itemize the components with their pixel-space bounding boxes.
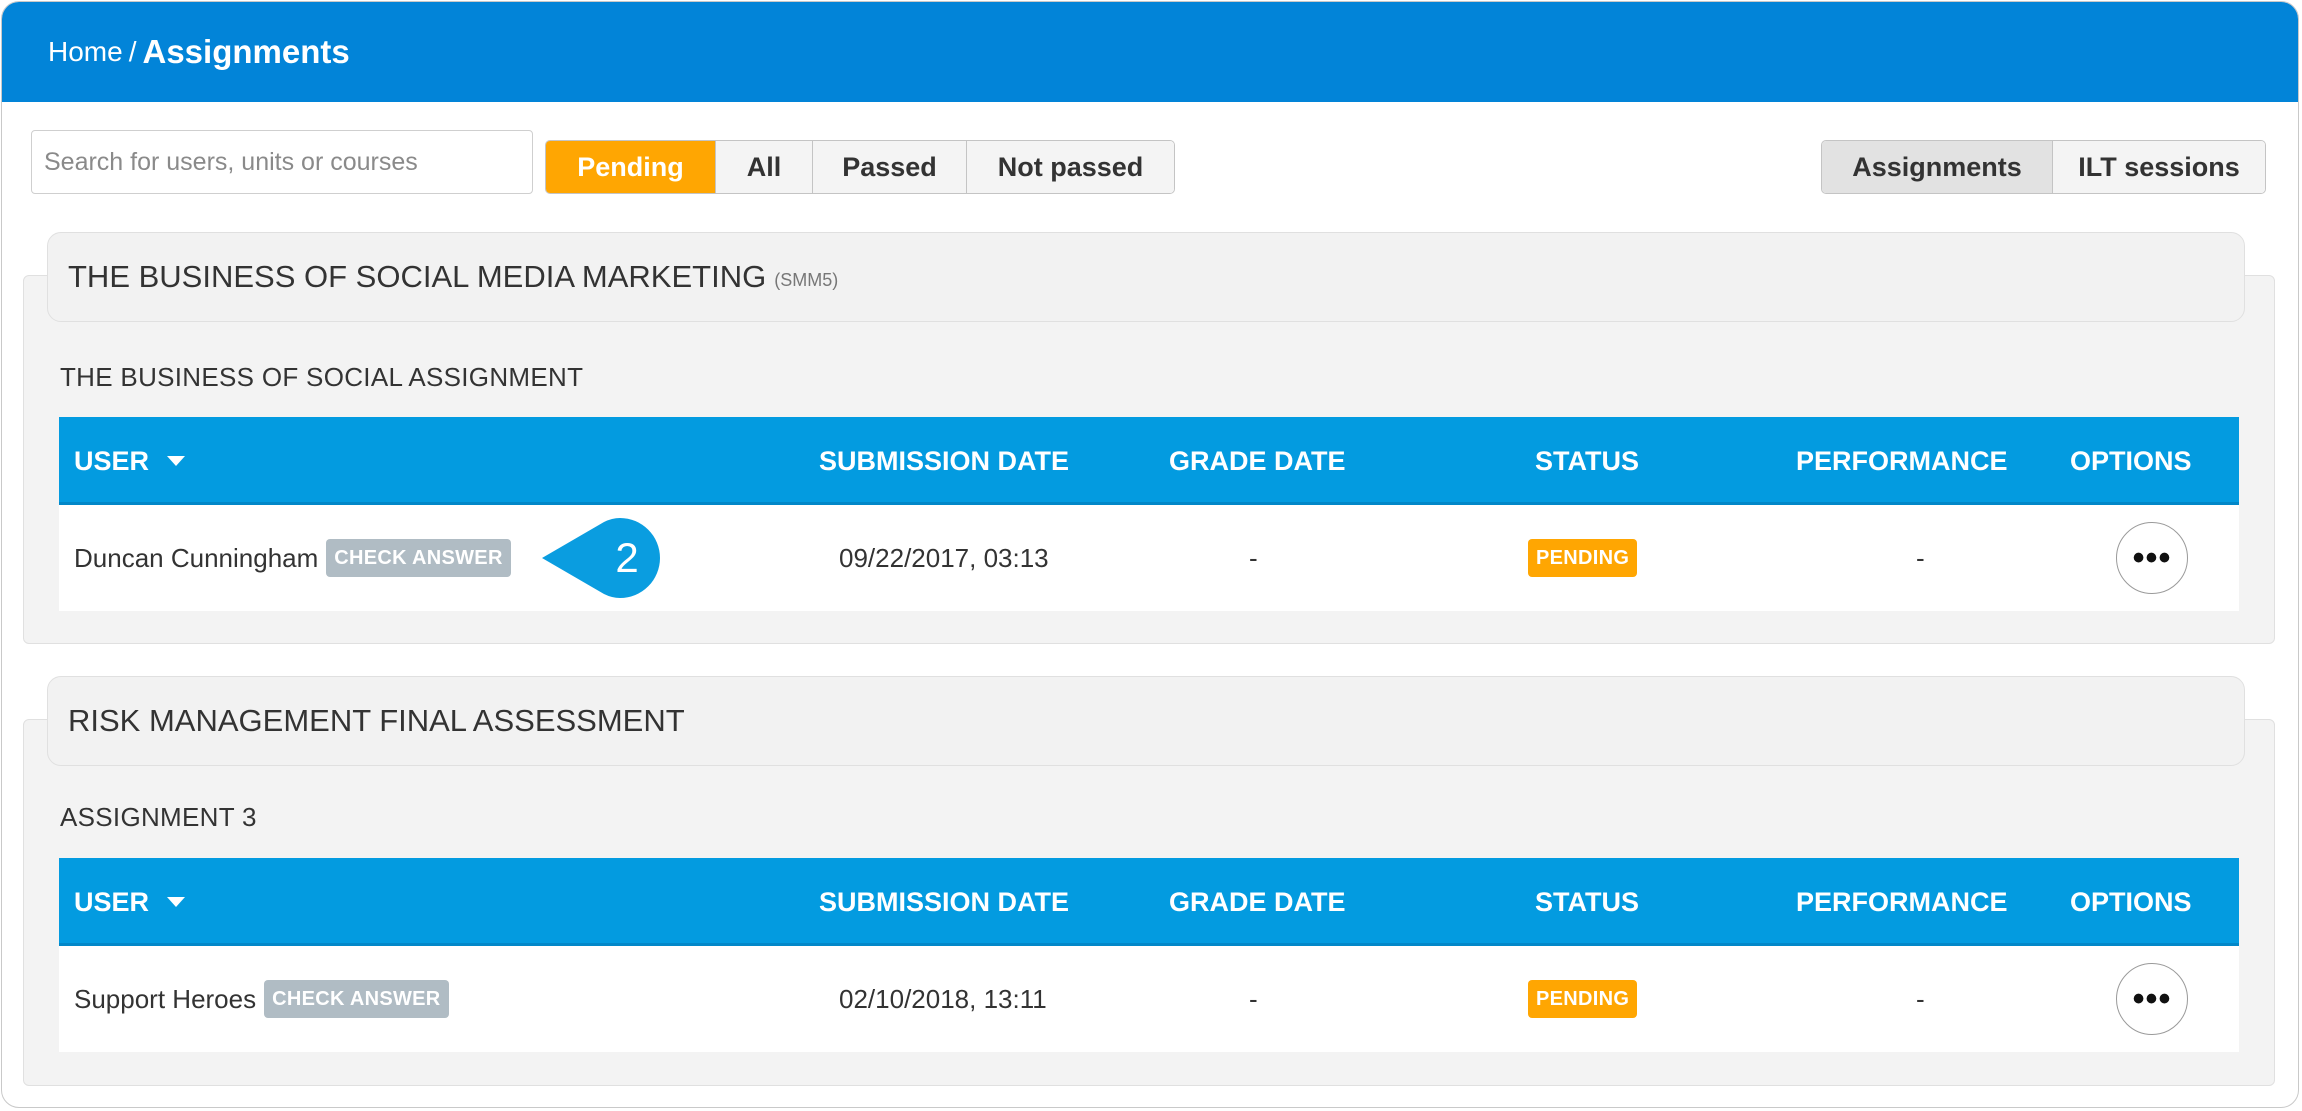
course-section: RISK MANAGEMENT FINAL ASSESSMENT ASSIGNM… [23, 676, 2275, 1086]
column-options: OPTIONS [2070, 445, 2192, 476]
view-assignments[interactable]: Assignments [1822, 141, 2053, 193]
status-cell: PENDING [1528, 505, 1638, 611]
breadcrumb-separator: / [128, 36, 137, 67]
options-button[interactable]: ••• [2116, 963, 2188, 1035]
user-name: Duncan Cunningham [74, 542, 319, 573]
course-title: THE BUSINESS OF SOCIAL MEDIA MARKETING [68, 259, 767, 294]
more-horizontal-icon: ••• [2132, 539, 2172, 577]
column-grade-date: GRADE DATE [1169, 445, 1346, 476]
column-user-label: USER [74, 445, 150, 476]
column-status: STATUS [1535, 886, 1639, 917]
assignments-table: USER SUBMISSION DATE GRADE DATE STATUS P… [59, 417, 2239, 611]
assignments-table: USER SUBMISSION DATE GRADE DATE STATUS P… [59, 858, 2239, 1052]
filter-pending[interactable]: Pending [546, 141, 716, 193]
user-cell: Support Heroes CHECK ANSWER [74, 946, 449, 1052]
column-options: OPTIONS [2070, 886, 2192, 917]
status-badge: PENDING [1528, 539, 1638, 577]
options-cell: ••• [2116, 946, 2188, 1052]
assignment-title: THE BUSINESS OF SOCIAL ASSIGNMENT [60, 362, 584, 392]
submission-date: 02/10/2018, 13:11 [839, 983, 1047, 1014]
column-grade-date: GRADE DATE [1169, 886, 1346, 917]
assignment-title: ASSIGNMENT 3 [60, 802, 257, 832]
filter-not-passed[interactable]: Not passed [967, 141, 1174, 193]
filter-passed[interactable]: Passed [813, 141, 967, 193]
column-performance: PERFORMANCE [1796, 886, 2008, 917]
status-filter-group: Pending All Passed Not passed [545, 140, 1175, 194]
table-row: Support Heroes CHECK ANSWER 02/10/2018, … [59, 946, 2239, 1052]
column-user-label: USER [74, 886, 150, 917]
course-header: THE BUSINESS OF SOCIAL MEDIA MARKETING (… [47, 232, 2245, 322]
table-header: USER SUBMISSION DATE GRADE DATE STATUS P… [59, 417, 2239, 505]
breadcrumb-home[interactable]: Home [48, 36, 123, 68]
performance: - [1916, 983, 1925, 1014]
user-name: Support Heroes [74, 983, 257, 1014]
column-user[interactable]: USER [74, 858, 186, 946]
course-code: (SMM5) [774, 269, 839, 290]
performance: - [1916, 542, 1925, 573]
options-button[interactable]: ••• [2116, 522, 2188, 594]
check-answer-button[interactable]: CHECK ANSWER [264, 980, 449, 1018]
options-cell: ••• [2116, 505, 2188, 611]
column-submission-date: SUBMISSION DATE [819, 886, 1070, 917]
check-answer-button[interactable]: CHECK ANSWER [326, 539, 511, 577]
grade-date: - [1249, 542, 1258, 573]
grade-date: - [1249, 983, 1258, 1014]
course-header: RISK MANAGEMENT FINAL ASSESSMENT [47, 676, 2245, 766]
top-bar: Home / Assignments [2, 2, 2298, 102]
search-input[interactable] [31, 130, 533, 194]
breadcrumb-current: Assignments [142, 33, 350, 70]
user-cell: Duncan Cunningham CHECK ANSWER [74, 505, 511, 611]
view-ilt-sessions[interactable]: ILT sessions [2053, 141, 2265, 193]
callout-number: 2 [615, 534, 639, 581]
status-cell: PENDING [1528, 946, 1638, 1052]
view-toggle-group: Assignments ILT sessions [1821, 140, 2266, 194]
course-title: RISK MANAGEMENT FINAL ASSESSMENT [68, 703, 685, 738]
course-section: THE BUSINESS OF SOCIAL MEDIA MARKETING (… [23, 232, 2275, 644]
more-horizontal-icon: ••• [2132, 980, 2172, 1018]
sort-caret-icon[interactable] [167, 456, 186, 466]
app-window: Home / Assignments Pending All Passed No… [1, 1, 2299, 1108]
column-status: STATUS [1535, 445, 1639, 476]
table-header: USER SUBMISSION DATE GRADE DATE STATUS P… [59, 858, 2239, 946]
column-submission-date: SUBMISSION DATE [819, 445, 1070, 476]
sort-caret-icon[interactable] [167, 897, 186, 907]
submission-date: 09/22/2017, 03:13 [839, 542, 1049, 573]
filter-all[interactable]: All [716, 141, 813, 193]
column-user[interactable]: USER [74, 417, 186, 505]
column-performance: PERFORMANCE [1796, 445, 2008, 476]
status-badge: PENDING [1528, 980, 1638, 1018]
callout-marker: 2 [542, 518, 660, 598]
table-row: Duncan Cunningham CHECK ANSWER 09/22/201… [59, 505, 2239, 611]
